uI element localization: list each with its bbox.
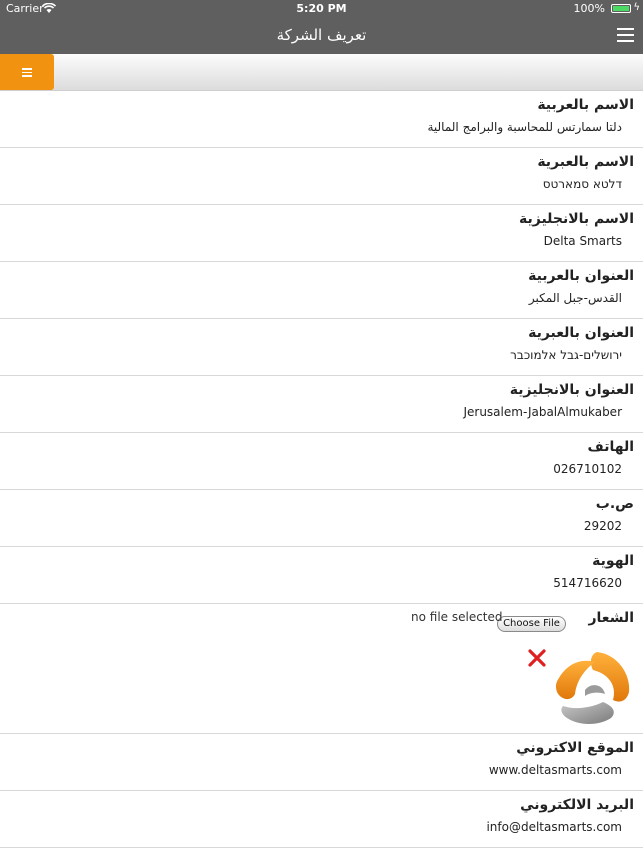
field-value: دلتا سمارتس للمحاسبة والبرامج المالية (427, 120, 622, 134)
side-menu-button[interactable] (0, 54, 54, 90)
field-row-name-arabic[interactable]: الاسم بالعربية دلتا سمارتس للمحاسبة والب… (0, 91, 643, 148)
company-details-list: الاسم بالعربية دلتا سمارتس للمحاسبة والب… (0, 91, 643, 848)
page-title: تعريف الشركة (276, 26, 367, 44)
delete-icon[interactable] (527, 648, 547, 668)
field-row-website[interactable]: الموقع الاكتروني www.deltasmarts.com (0, 734, 643, 791)
file-status-text: no file selected (411, 610, 503, 624)
clock: 5:20 PM (296, 2, 347, 15)
field-label: ص.ب (595, 496, 634, 512)
field-row-email[interactable]: البريد الالكتروني info@deltasmarts.com (0, 791, 643, 848)
charging-icon: ϟ (633, 2, 640, 13)
battery-icon (611, 4, 631, 13)
company-logo (555, 652, 630, 724)
field-row-phone[interactable]: الهاتف 026710102 (0, 433, 643, 490)
field-value: info@deltasmarts.com (486, 820, 622, 834)
field-value: 026710102 (553, 462, 622, 476)
field-value: ירושלים-גבל אלמוכבר (510, 348, 622, 362)
status-bar: Carrier 5:20 PM 100% ϟ (0, 0, 643, 18)
field-value: 29202 (583, 519, 622, 533)
choose-file-button[interactable]: Choose File (497, 616, 566, 632)
field-row-po-box[interactable]: ص.ب 29202 (0, 490, 643, 547)
field-label: الموقع الاكتروني (516, 740, 634, 756)
field-value: Jerusalem-JabalAlmukaber (463, 405, 622, 419)
field-label: العنوان بالعبرية (528, 325, 634, 341)
field-value: 514716620 (553, 576, 622, 590)
field-row-name-hebrew[interactable]: الاسم بالعبرية דלטא סמארטס (0, 148, 643, 205)
field-row-address-english[interactable]: العنوان بالانجليزية Jerusalem-JabalAlmuk… (0, 376, 643, 433)
navigation-bar: تعريف الشركة (0, 18, 643, 54)
field-label: الهاتف (587, 439, 634, 455)
field-label: الاسم بالعبرية (537, 154, 634, 170)
field-value: القدس-جبل المكبر (528, 291, 622, 305)
field-label: البريد الالكتروني (520, 797, 634, 813)
field-label: الهوية (592, 553, 634, 569)
field-value: דלטא סמארטס (542, 177, 622, 191)
toolbar (0, 54, 643, 91)
menu-lines-icon (22, 68, 32, 79)
battery-percentage: 100% (573, 2, 605, 15)
field-label: الاسم بالعربية (537, 97, 634, 113)
field-row-logo: الشعار Choose File no file selected (0, 604, 643, 734)
field-row-name-english[interactable]: الاسم بالانجليزية Delta Smarts (0, 205, 643, 262)
field-row-id[interactable]: الهوية 514716620 (0, 547, 643, 604)
field-row-address-hebrew[interactable]: العنوان بالعبرية ירושלים-גבל אלמוכבר (0, 319, 643, 376)
field-label: الاسم بالانجليزية (518, 211, 634, 227)
field-value: www.deltasmarts.com (488, 763, 622, 777)
field-label: العنوان بالعربية (528, 268, 634, 284)
field-value: Delta Smarts (543, 234, 622, 248)
hamburger-menu-icon[interactable] (617, 28, 634, 42)
field-label: العنوان بالانجليزية (509, 382, 634, 398)
field-row-address-arabic[interactable]: العنوان بالعربية القدس-جبل المكبر (0, 262, 643, 319)
field-label: الشعار (588, 610, 634, 626)
